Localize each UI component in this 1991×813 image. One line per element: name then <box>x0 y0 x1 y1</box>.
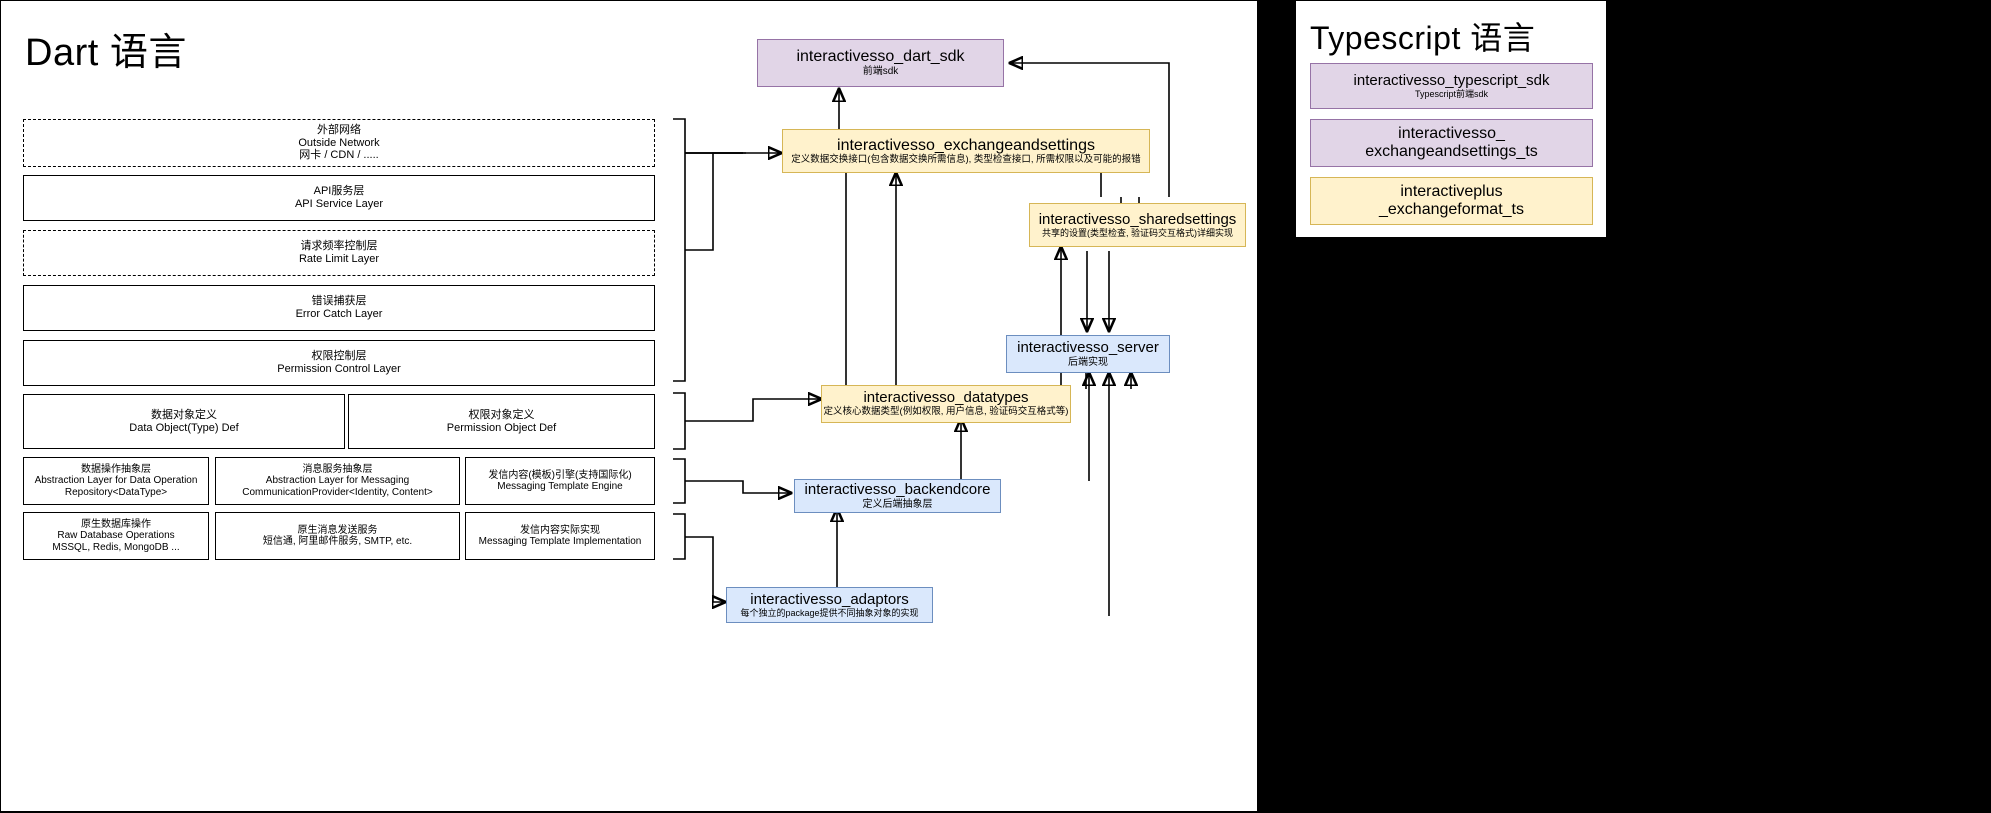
node-subtitle: 定义后端抽象层 <box>862 498 933 510</box>
node-interactivesso-exchangeandsettings[interactable]: interactivesso_exchangeandsettings 定义数据交… <box>782 129 1150 173</box>
box-data-object-def: 数据对象定义 Data Object(Type) Def <box>23 394 345 449</box>
box-en: Messaging Template Implementation <box>478 536 642 547</box>
box-extra: MSSQL, Redis, MongoDB ... <box>52 541 180 553</box>
node-subtitle: 定义核心数据类型(例如权限, 用户信息, 验证码交互格式等) <box>823 406 1069 418</box>
node-title-line1: interactiveplus <box>1400 183 1503 201</box>
layer-cn: 错误捕获层 <box>311 295 367 308</box>
node-interactivesso-dart-sdk[interactable]: interactivesso_dart_sdk 前端sdk <box>757 39 1004 87</box>
box-en: Abstraction Layer for Data Operation <box>34 475 198 487</box>
box-extra: CommunicationProvider<Identity, Content> <box>242 486 433 498</box>
layer-outside-network: 外部网络 Outside Network 网卡 / CDN / ..... <box>23 119 655 167</box>
box-data-operation-abstraction: 数据操作抽象层 Abstraction Layer for Data Opera… <box>23 457 209 505</box>
layer-en: Outside Network <box>298 136 380 149</box>
node-title: interactivesso_adaptors <box>750 590 909 608</box>
node-subtitle: 定义数据交换接口(包含数据交换所需信息), 类型检查接口, 所需权限以及可能的报… <box>791 153 1141 165</box>
box-cn: 数据对象定义 <box>151 408 217 421</box>
layer-cn: 请求频率控制层 <box>300 240 378 253</box>
node-title: interactivesso_datatypes <box>863 389 1029 407</box>
layer-en: Error Catch Layer <box>295 308 383 320</box>
box-cn: 原生消息发送服务 <box>297 524 378 536</box>
node-title-line2: exchangeandsettings_ts <box>1365 143 1538 160</box>
layer-permission-control: 权限控制层 Permission Control Layer <box>23 340 655 386</box>
box-en: Data Object(Type) Def <box>129 421 239 434</box>
node-title-line1: interactivesso_ <box>1398 125 1505 143</box>
node-subtitle: 共享的设置(类型检查, 验证码交互格式)详细实现 <box>1042 228 1233 239</box>
node-title: interactivesso_sharedsettings <box>1038 210 1237 228</box>
layer-api-service: API服务层 API Service Layer <box>23 175 655 221</box>
layer-cn: 外部网络 <box>317 124 361 137</box>
node-title: interactivesso_typescript_sdk <box>1353 71 1550 89</box>
box-messaging-template-engine: 发信内容(模板)引擎(支持国际化) Messaging Template Eng… <box>465 457 655 505</box>
box-cn: 发信内容实际实现 <box>520 524 600 536</box>
node-interactivesso-sharedsettings[interactable]: interactivesso_sharedsettings 共享的设置(类型检查… <box>1029 203 1246 247</box>
layer-cn: API服务层 <box>313 185 365 198</box>
box-extra: Repository<DataType> <box>64 486 168 498</box>
ts-page-title: Typescript 语言 <box>1310 20 1536 56</box>
page-title: Dart 语言 <box>25 32 187 74</box>
box-permission-object-def: 权限对象定义 Permission Object Def <box>348 394 655 449</box>
box-en: Raw Database Operations <box>57 530 175 542</box>
box-cn: 发信内容(模板)引擎(支持国际化) <box>488 469 632 481</box>
layer-error-catch: 错误捕获层 Error Catch Layer <box>23 285 655 331</box>
box-raw-database-operations: 原生数据库操作 Raw Database Operations MSSQL, R… <box>23 512 209 560</box>
node-interactivesso-backendcore[interactable]: interactivesso_backendcore 定义后端抽象层 <box>794 479 1001 513</box>
node-interactivesso-adaptors[interactable]: interactivesso_adaptors 每个独立的package提供不同… <box>726 587 933 623</box>
node-subtitle: Typescript前端sdk <box>1414 89 1489 100</box>
node-title: interactivesso_exchangeandsettings <box>837 136 1095 154</box>
node-interactivesso-datatypes[interactable]: interactivesso_datatypes 定义核心数据类型(例如权限, … <box>821 385 1071 423</box>
box-en: Permission Object Def <box>446 421 557 434</box>
box-raw-messaging-service: 原生消息发送服务 短信通, 阿里邮件服务, SMTP, etc. <box>215 512 460 560</box>
node-subtitle: 每个独立的package提供不同抽象对象的实现 <box>740 608 919 619</box>
box-en: 短信通, 阿里邮件服务, SMTP, etc. <box>262 536 413 547</box>
layer-rate-limit: 请求频率控制层 Rate Limit Layer <box>23 230 655 276</box>
layer-en: Permission Control Layer <box>277 363 401 375</box>
node-title: interactivesso_backendcore <box>804 481 991 498</box>
box-en: Messaging Template Engine <box>497 481 623 492</box>
layer-cn: 权限控制层 <box>311 350 367 363</box>
layer-en: API Service Layer <box>294 198 384 210</box>
node-interactivesso-exchangeandsettings-ts[interactable]: interactivesso_ exchangeandsettings_ts <box>1310 119 1593 167</box>
box-cn: 消息服务抽象层 <box>302 463 373 475</box>
layer-en: Rate Limit Layer <box>298 253 380 265</box>
node-title-line2: _exchangeformat_ts <box>1379 201 1524 218</box>
typescript-panel: Typescript 语言 interactivesso_typescript_… <box>1295 0 1607 238</box>
box-cn: 数据操作抽象层 <box>81 463 151 475</box>
node-subtitle: 前端sdk <box>862 66 899 78</box>
layer-extra: 网卡 / CDN / ..... <box>299 149 379 162</box>
node-title: interactivesso_dart_sdk <box>796 48 965 66</box>
box-messaging-abstraction: 消息服务抽象层 Abstraction Layer for Messaging … <box>215 457 460 505</box>
box-cn: 权限对象定义 <box>468 408 535 421</box>
dart-panel: Dart 语言 外部网络 Outside Network 网卡 / CDN / … <box>0 0 1258 812</box>
box-en: Abstraction Layer for Messaging <box>265 475 410 487</box>
node-interactivesso-typescript-sdk[interactable]: interactivesso_typescript_sdk Typescript… <box>1310 63 1593 109</box>
node-interactivesso-server[interactable]: interactivesso_server 后端实现 <box>1006 335 1170 373</box>
box-messaging-template-impl: 发信内容实际实现 Messaging Template Implementati… <box>465 512 655 560</box>
node-title: interactivesso_server <box>1017 339 1159 356</box>
diagram-canvas: Dart 语言 外部网络 Outside Network 网卡 / CDN / … <box>0 0 1991 812</box>
node-interactiveplus-exchangeformat-ts[interactable]: interactiveplus _exchangeformat_ts <box>1310 177 1593 225</box>
box-cn: 原生数据库操作 <box>81 518 151 530</box>
node-subtitle: 后端实现 <box>1068 356 1108 368</box>
